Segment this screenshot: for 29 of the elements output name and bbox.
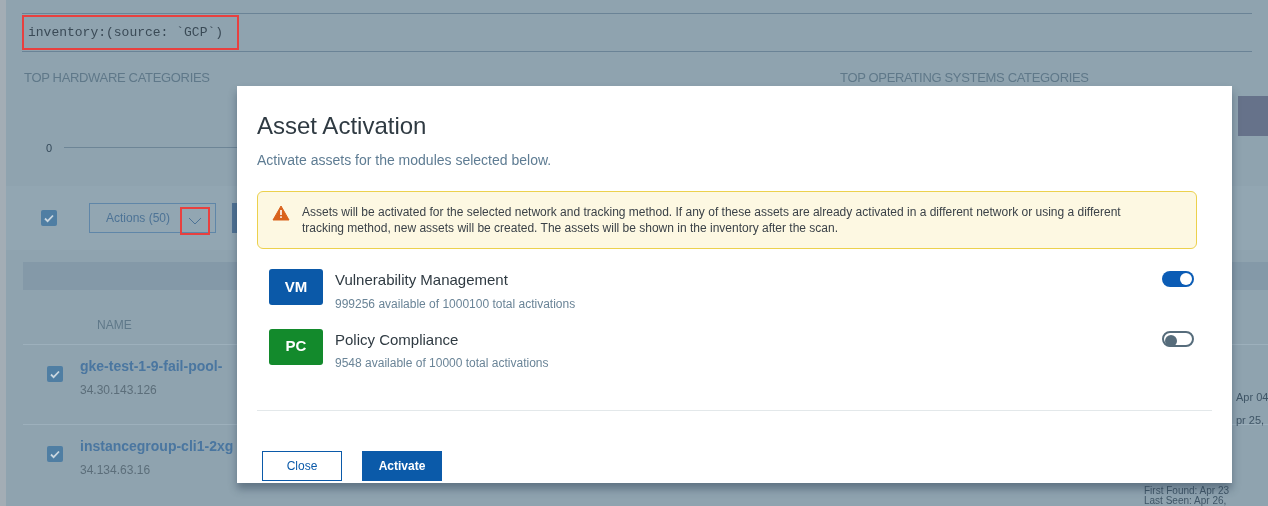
dialog-subtitle: Activate assets for the modules selected below. (257, 151, 552, 170)
caret-icon[interactable] (180, 207, 210, 235)
search-field[interactable]: inventory:(source: `GCP`) (22, 13, 1252, 52)
checkbox[interactable] (47, 366, 63, 382)
asset-name-link[interactable]: gke-test-1-9-fail-pool- (80, 356, 223, 377)
date-text: Apr 04 (1236, 390, 1268, 405)
module-availability: 9548 available of 10000 total activations (335, 355, 549, 372)
toggle-switch[interactable] (1162, 330, 1194, 347)
asset-name-link[interactable]: instancegroup-cli1-2xg (80, 436, 234, 457)
module-badge: PC (269, 328, 323, 365)
axis-label: 0 (46, 140, 53, 156)
dialog-title: Asset Activation (257, 111, 427, 141)
module-badge: VM (269, 269, 323, 305)
date-text: pr 25, (1236, 412, 1266, 428)
module-availability: 999256 available of 1000100 total activations (335, 295, 576, 313)
module-name: Policy Compliance (335, 329, 460, 350)
toggle-switch[interactable] (1162, 271, 1194, 287)
close-button[interactable]: Close (262, 451, 342, 481)
chart-bar (1238, 95, 1268, 136)
activate-button[interactable]: Activate (362, 451, 442, 481)
checkbox[interactable] (41, 210, 57, 226)
warning-text: Assets will be activated for the selected network and tracking method. If any of these assets are already activated in a different network or using a different tracking method, new assets will be created. The assets will be shown in the inventory after the scan. (302, 204, 1122, 236)
warning-icon (272, 205, 290, 221)
actions-button[interactable]: Actions (50) (89, 203, 216, 233)
search-query: inventory:(source: `GCP`) (22, 14, 240, 51)
date-text: Last Seen: Apr 26, (1144, 496, 1228, 506)
checkbox[interactable] (47, 446, 63, 462)
module-name: Vulnerability Management (335, 270, 509, 290)
date-text: First Found: Apr 23 (1144, 486, 1231, 496)
